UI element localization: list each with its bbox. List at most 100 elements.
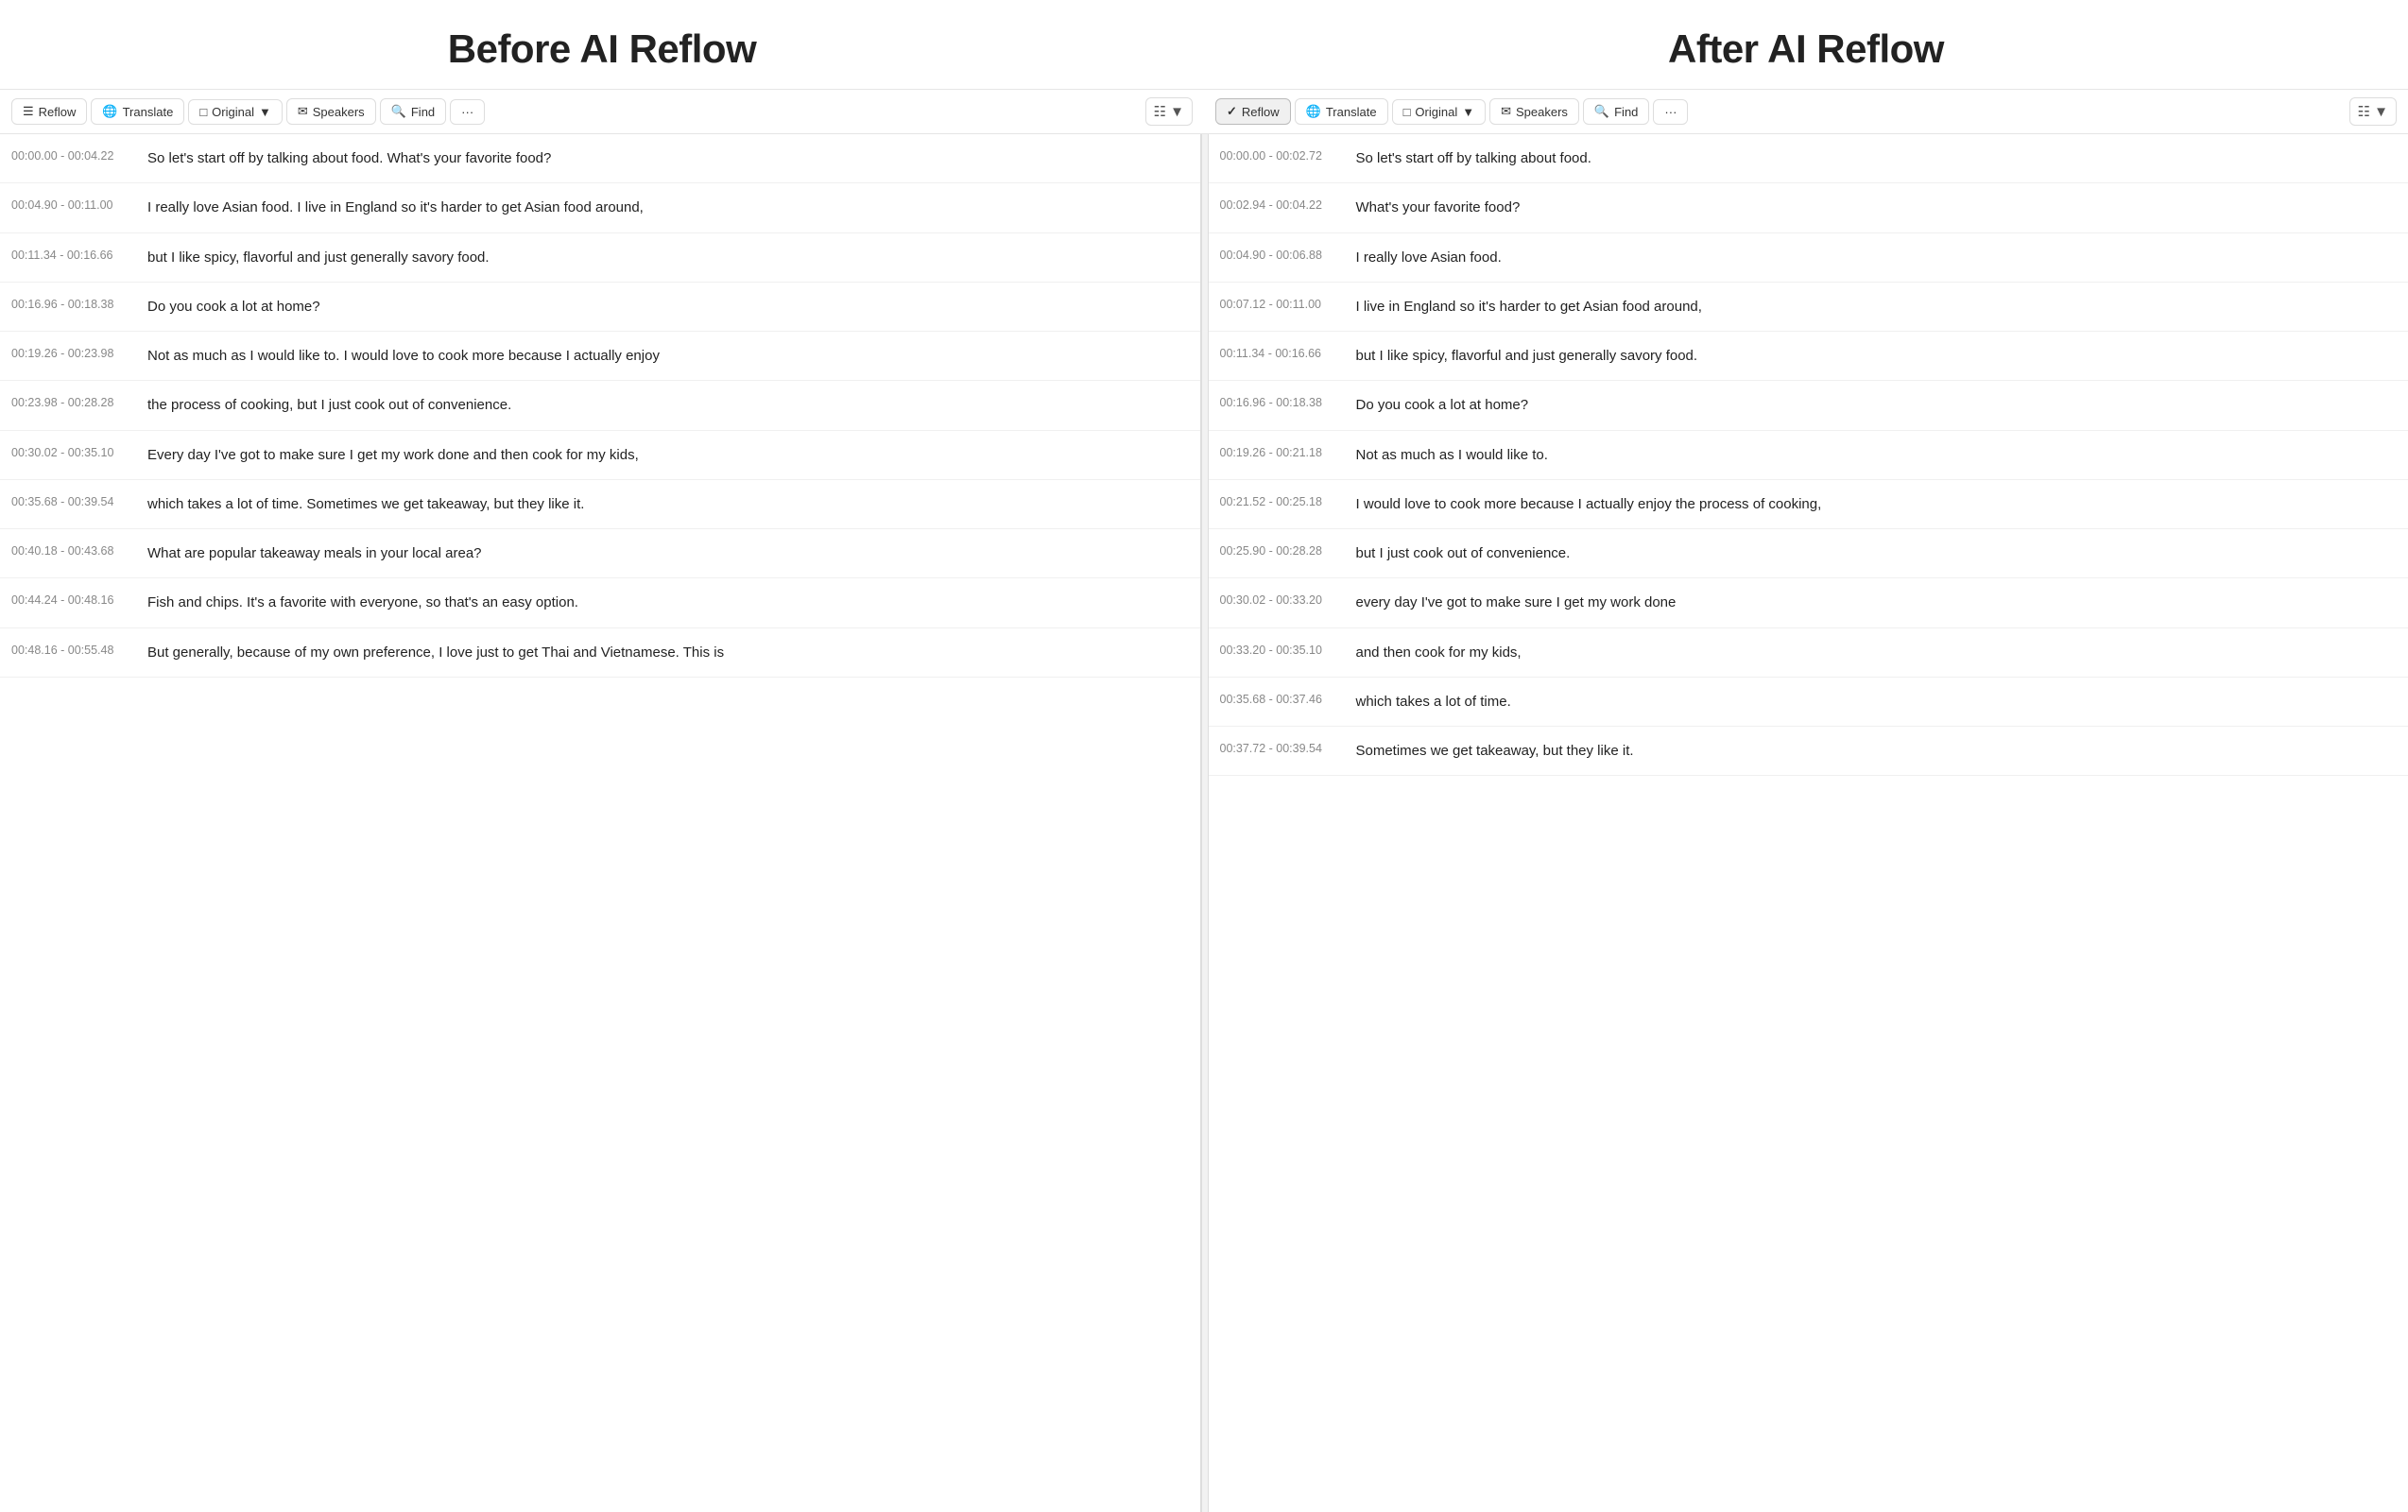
right-panel: 00:00.00 - 00:02.72 So let's start off by…	[1209, 134, 2408, 1512]
original-icon: □	[199, 105, 207, 119]
left-toolbar-wrap: ☰ Reflow 🌐 Translate □ Original ▼ ✉ Spea…	[0, 89, 1204, 134]
timestamp: 00:04.90 - 00:11.00	[11, 197, 134, 212]
transcript-text: So let's start off by talking about food…	[147, 147, 551, 169]
layout-icon: ☷ ▼	[2358, 103, 2388, 120]
right-reflow-button[interactable]: ✓ Reflow	[1215, 98, 1291, 125]
timestamp: 00:02.94 - 00:04.22	[1220, 197, 1343, 212]
timestamp: 00:35.68 - 00:39.54	[11, 493, 134, 508]
left-reflow-button[interactable]: ☰ Reflow	[11, 98, 87, 125]
transcript-text: and then cook for my kids,	[1356, 642, 1522, 663]
before-heading: Before AI Reflow	[0, 0, 1204, 89]
transcript-text: Not as much as I would like to.	[1356, 444, 1548, 466]
table-row: 00:04.90 - 00:11.00 I really love Asian f…	[0, 183, 1200, 232]
table-row: 00:11.34 - 00:16.66but I like spicy, fla…	[1209, 332, 2408, 381]
table-row: 00:19.26 - 00:23.98 Not as much as I woul…	[0, 332, 1200, 381]
timestamp: 00:23.98 - 00:28.28	[11, 394, 134, 409]
timestamp: 00:40.18 - 00:43.68	[11, 542, 134, 558]
table-row: 00:07.12 - 00:11.00 I live in England so …	[1209, 283, 2408, 332]
transcript-text: Fish and chips. It's a favorite with eve…	[147, 592, 578, 613]
timestamp: 00:21.52 - 00:25.18	[1220, 493, 1343, 508]
table-row: 00:16.96 - 00:18.38 Do you cook a lot at …	[1209, 381, 2408, 430]
transcript-text: the process of cooking, but I just cook …	[147, 394, 511, 416]
right-translate-button[interactable]: 🌐 Translate	[1295, 98, 1388, 125]
table-row: 00:00.00 - 00:02.72 So let's start off by…	[1209, 134, 2408, 183]
check-icon: ✓	[1227, 104, 1237, 119]
table-row: 00:19.26 - 00:21.18Not as much as I woul…	[1209, 431, 2408, 480]
transcript-text: Do you cook a lot at home?	[1356, 394, 1529, 416]
transcript-text: but I just cook out of convenience.	[1356, 542, 1571, 564]
translate-icon: 🌐	[102, 104, 117, 119]
transcript-text: every day I've got to make sure I get my…	[1356, 592, 1677, 613]
timestamp: 00:00.00 - 00:04.22	[11, 147, 134, 163]
timestamp: 00:16.96 - 00:18.38	[11, 296, 134, 311]
table-row: 00:23.98 - 00:28.28 the process of cookin…	[0, 381, 1200, 430]
timestamp: 00:44.24 - 00:48.16	[11, 592, 134, 607]
table-row: 00:11.34 - 00:16.66 but I like spicy, fla…	[0, 233, 1200, 283]
right-layout-button[interactable]: ☷ ▼	[2349, 97, 2397, 126]
transcript-text: What are popular takeaway meals in your …	[147, 542, 482, 564]
panels-row: 00:00.00 - 00:04.22 So let's start off by…	[0, 134, 2408, 1512]
left-more-button[interactable]: ···	[450, 99, 485, 125]
find-icon: 🔍	[1594, 104, 1609, 119]
right-more-button[interactable]: ···	[1653, 99, 1688, 125]
table-row: 00:48.16 - 00:55.48But generally, becaus…	[0, 628, 1200, 678]
right-toolbar: ✓ Reflow 🌐 Translate □ Original ▼ ✉ Spea…	[1204, 89, 2408, 134]
table-row: 00:21.52 - 00:25.18 I would love to cook …	[1209, 480, 2408, 529]
timestamp: 00:04.90 - 00:06.88	[1220, 247, 1343, 262]
timestamp: 00:07.12 - 00:11.00	[1220, 296, 1343, 311]
timestamp: 00:11.34 - 00:16.66	[11, 247, 134, 262]
left-find-button[interactable]: 🔍 Find	[380, 98, 446, 125]
table-row: 00:44.24 - 00:48.16 Fish and chips. It's …	[0, 578, 1200, 627]
original-dropdown-icon: ▼	[259, 105, 271, 119]
table-row: 00:04.90 - 00:06.88 I really love Asian f…	[1209, 233, 2408, 283]
timestamp: 00:16.96 - 00:18.38	[1220, 394, 1343, 409]
left-original-button[interactable]: □ Original ▼	[188, 99, 283, 125]
timestamp: 00:35.68 - 00:37.46	[1220, 691, 1343, 706]
speakers-icon: ✉	[1501, 104, 1511, 119]
right-original-button[interactable]: □ Original ▼	[1392, 99, 1487, 125]
headers-row: Before AI Reflow After AI Reflow	[0, 0, 2408, 89]
transcript-text: Not as much as I would like to. I would …	[147, 345, 660, 367]
layout-icon: ☷ ▼	[1154, 103, 1184, 120]
timestamp: 00:00.00 - 00:02.72	[1220, 147, 1343, 163]
table-row: 00:40.18 - 00:43.68 What are popular take…	[0, 529, 1200, 578]
reflow-icon: ☰	[23, 104, 34, 119]
right-speakers-button[interactable]: ✉ Speakers	[1489, 98, 1579, 125]
left-translate-button[interactable]: 🌐 Translate	[91, 98, 184, 125]
transcript-text: Sometimes we get takeaway, but they like…	[1356, 740, 1634, 762]
table-row: 00:37.72 - 00:39.54 Sometimes we get take…	[1209, 727, 2408, 776]
table-row: 00:30.02 - 00:35.10 Every day I've got to…	[0, 431, 1200, 480]
timestamp: 00:30.02 - 00:35.10	[11, 444, 134, 459]
transcript-text: but I like spicy, flavorful and just gen…	[1356, 345, 1698, 367]
timestamp: 00:19.26 - 00:23.98	[11, 345, 134, 360]
transcript-text: I really love Asian food.	[1356, 247, 1502, 268]
transcript-text: Every day I've got to make sure I get my…	[147, 444, 639, 466]
transcript-text: I live in England so it's harder to get …	[1356, 296, 1702, 318]
timestamp: 00:33.20 - 00:35.10	[1220, 642, 1343, 657]
transcript-text: I really love Asian food. I live in Engl…	[147, 197, 644, 218]
right-find-button[interactable]: 🔍 Find	[1583, 98, 1649, 125]
timestamp: 00:37.72 - 00:39.54	[1220, 740, 1343, 755]
left-speakers-button[interactable]: ✉ Speakers	[286, 98, 376, 125]
transcript-text: So let's start off by talking about food…	[1356, 147, 1591, 169]
timestamp: 00:30.02 - 00:33.20	[1220, 592, 1343, 607]
timestamp: 00:48.16 - 00:55.48	[11, 642, 134, 657]
translate-icon: 🌐	[1306, 104, 1321, 119]
table-row: 00:25.90 - 00:28.28but I just cook out o…	[1209, 529, 2408, 578]
transcript-text: What's your favorite food?	[1356, 197, 1521, 218]
panel-divider	[1201, 134, 1209, 1512]
transcript-text: but I like spicy, flavorful and just gen…	[147, 247, 490, 268]
transcript-text: I would love to cook more because I actu…	[1356, 493, 1822, 515]
table-row: 00:35.68 - 00:39.54 which takes a lot of …	[0, 480, 1200, 529]
original-dropdown-icon: ▼	[1462, 105, 1474, 119]
table-row: 00:30.02 - 00:33.20 every day I've got to…	[1209, 578, 2408, 627]
table-row: 00:02.94 - 00:04.22 What's your favorite …	[1209, 183, 2408, 232]
speakers-icon: ✉	[298, 104, 308, 119]
left-layout-button[interactable]: ☷ ▼	[1145, 97, 1193, 126]
transcript-text: which takes a lot of time. Sometimes we …	[147, 493, 584, 515]
left-toolbar: ☰ Reflow 🌐 Translate □ Original ▼ ✉ Spea…	[0, 89, 1204, 134]
original-icon: □	[1403, 105, 1411, 119]
page-container: Before AI Reflow After AI Reflow ☰ Reflo…	[0, 0, 2408, 1512]
right-toolbar-wrap: ✓ Reflow 🌐 Translate □ Original ▼ ✉ Spea…	[1204, 89, 2408, 134]
transcript-text: which takes a lot of time.	[1356, 691, 1511, 713]
